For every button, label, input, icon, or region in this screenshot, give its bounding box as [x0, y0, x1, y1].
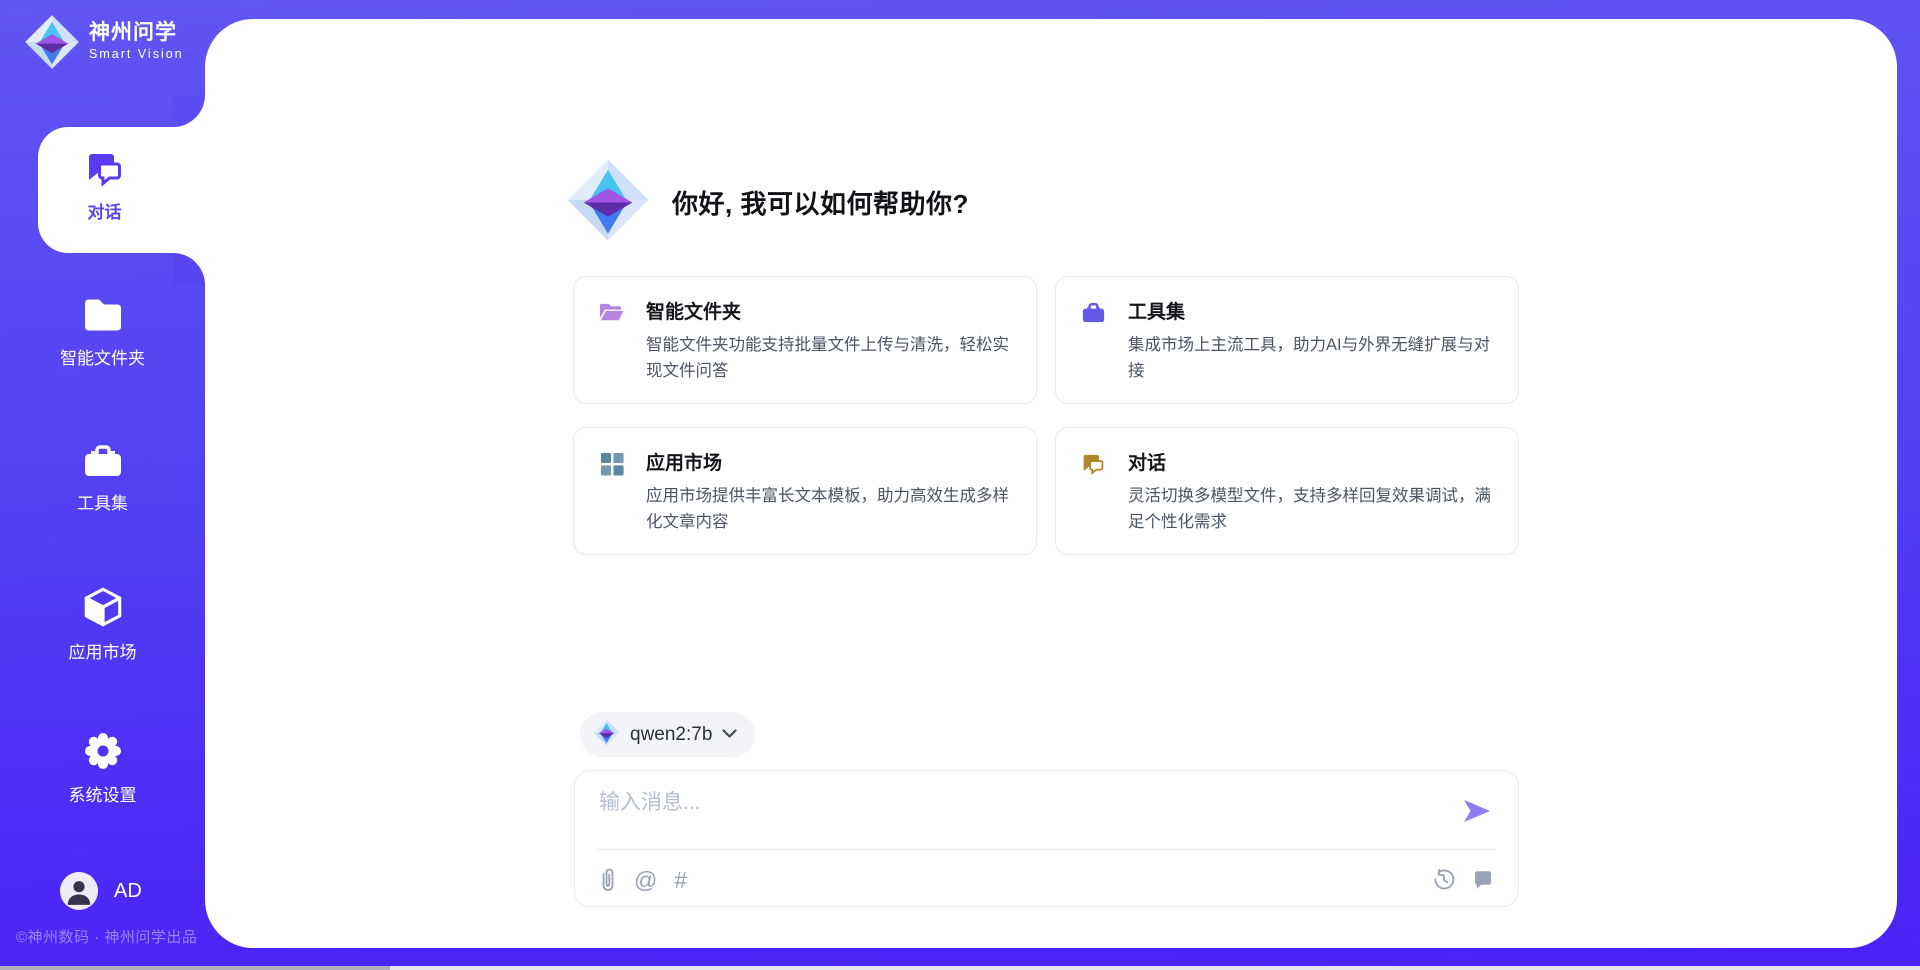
- history-icon[interactable]: [1433, 869, 1455, 891]
- brand-name: 神州问学: [89, 21, 177, 44]
- paperclip-icon[interactable]: [599, 867, 617, 893]
- at-sign-icon[interactable]: @: [634, 869, 657, 892]
- card-chat[interactable]: 对话 灵活切换多模型文件，支持多样回复效果调试，满足个性化需求: [1055, 427, 1519, 555]
- active-nav-fillet-bottom: [173, 253, 205, 285]
- app-window: 神州问学 Smart Vision 对话 智能文件夹: [0, 0, 1920, 970]
- model-logo-icon: [593, 719, 620, 751]
- brand-logo-block: 神州问学 Smart Vision: [24, 14, 184, 70]
- greeting-block: 你好, 我可以如何帮助你?: [566, 158, 969, 247]
- card-description: 应用市场提供丰富长文本模板，助力高效生成多样化文章内容: [646, 483, 1012, 535]
- card-title: 对话: [1128, 448, 1494, 475]
- chat-square-icon[interactable]: [1472, 869, 1494, 891]
- sidebar-item-label: 系统设置: [0, 781, 205, 806]
- model-selector[interactable]: qwen2:7b: [580, 712, 755, 757]
- card-title: 智能文件夹: [646, 297, 1012, 324]
- chat-bubbles-icon: [1080, 450, 1107, 477]
- horizontal-scrollbar-track: [0, 966, 1920, 970]
- folder-open-icon: [598, 299, 625, 326]
- sidebar-item-market[interactable]: 应用市场: [0, 584, 205, 663]
- avatar: [60, 872, 98, 910]
- toolbox-icon: [0, 439, 205, 481]
- composer-toolbar: @ #: [599, 863, 1494, 897]
- user-name: AD: [114, 880, 142, 903]
- app-logo-icon: [24, 14, 80, 70]
- greeting-title: 你好, 我可以如何帮助你?: [672, 184, 969, 221]
- card-toolset[interactable]: 工具集 集成市场上主流工具，助力AI与外界无缝扩展与对接: [1055, 276, 1519, 404]
- cube-icon: [0, 584, 205, 630]
- sidebar-item-label: 应用市场: [0, 638, 205, 663]
- message-input[interactable]: [597, 784, 1451, 843]
- hash-icon[interactable]: #: [674, 869, 687, 892]
- folder-icon: [0, 294, 205, 336]
- sidebar-item-chat[interactable]: 对话: [0, 146, 209, 223]
- sidebar-item-label: 对话: [0, 198, 209, 223]
- brand-subtitle: Smart Vision: [89, 47, 184, 61]
- model-name: qwen2:7b: [630, 724, 712, 746]
- sidebar-item-label: 工具集: [0, 489, 205, 514]
- chevron-down-icon: [722, 726, 737, 744]
- copyright-footer: ©神州数码 · 神州问学出品: [16, 926, 197, 947]
- card-app-market[interactable]: 应用市场 应用市场提供丰富长文本模板，助力高效生成多样化文章内容: [573, 427, 1037, 555]
- sidebar-item-tools[interactable]: 工具集: [0, 439, 205, 514]
- card-title: 工具集: [1128, 297, 1494, 324]
- card-description: 灵活切换多模型文件，支持多样回复效果调试，满足个性化需求: [1128, 483, 1494, 535]
- send-icon[interactable]: [1462, 798, 1492, 824]
- composer-divider: [595, 849, 1496, 850]
- card-smart-folder[interactable]: 智能文件夹 智能文件夹功能支持批量文件上传与清洗，轻松实现文件问答: [573, 276, 1037, 404]
- app-logo-icon-large: [566, 158, 650, 247]
- toolbox-icon: [1080, 299, 1107, 326]
- feature-cards: 智能文件夹 智能文件夹功能支持批量文件上传与清洗，轻松实现文件问答 工具集 集成…: [573, 276, 1519, 555]
- grid-icon: [598, 450, 625, 477]
- sidebar-item-folders[interactable]: 智能文件夹: [0, 294, 205, 369]
- chat-bubbles-icon: [0, 146, 209, 190]
- sidebar-item-label: 智能文件夹: [0, 344, 205, 369]
- card-description: 智能文件夹功能支持批量文件上传与清洗，轻松实现文件问答: [646, 332, 1012, 384]
- user-profile[interactable]: AD: [60, 872, 142, 910]
- message-composer: @ #: [574, 770, 1519, 907]
- card-title: 应用市场: [646, 448, 1012, 475]
- sidebar-item-settings[interactable]: 系统设置: [0, 729, 205, 806]
- card-description: 集成市场上主流工具，助力AI与外界无缝扩展与对接: [1128, 332, 1494, 384]
- gear-icon: [0, 729, 205, 773]
- active-nav-fillet-top: [173, 95, 205, 127]
- horizontal-scrollbar-thumb[interactable]: [0, 966, 390, 970]
